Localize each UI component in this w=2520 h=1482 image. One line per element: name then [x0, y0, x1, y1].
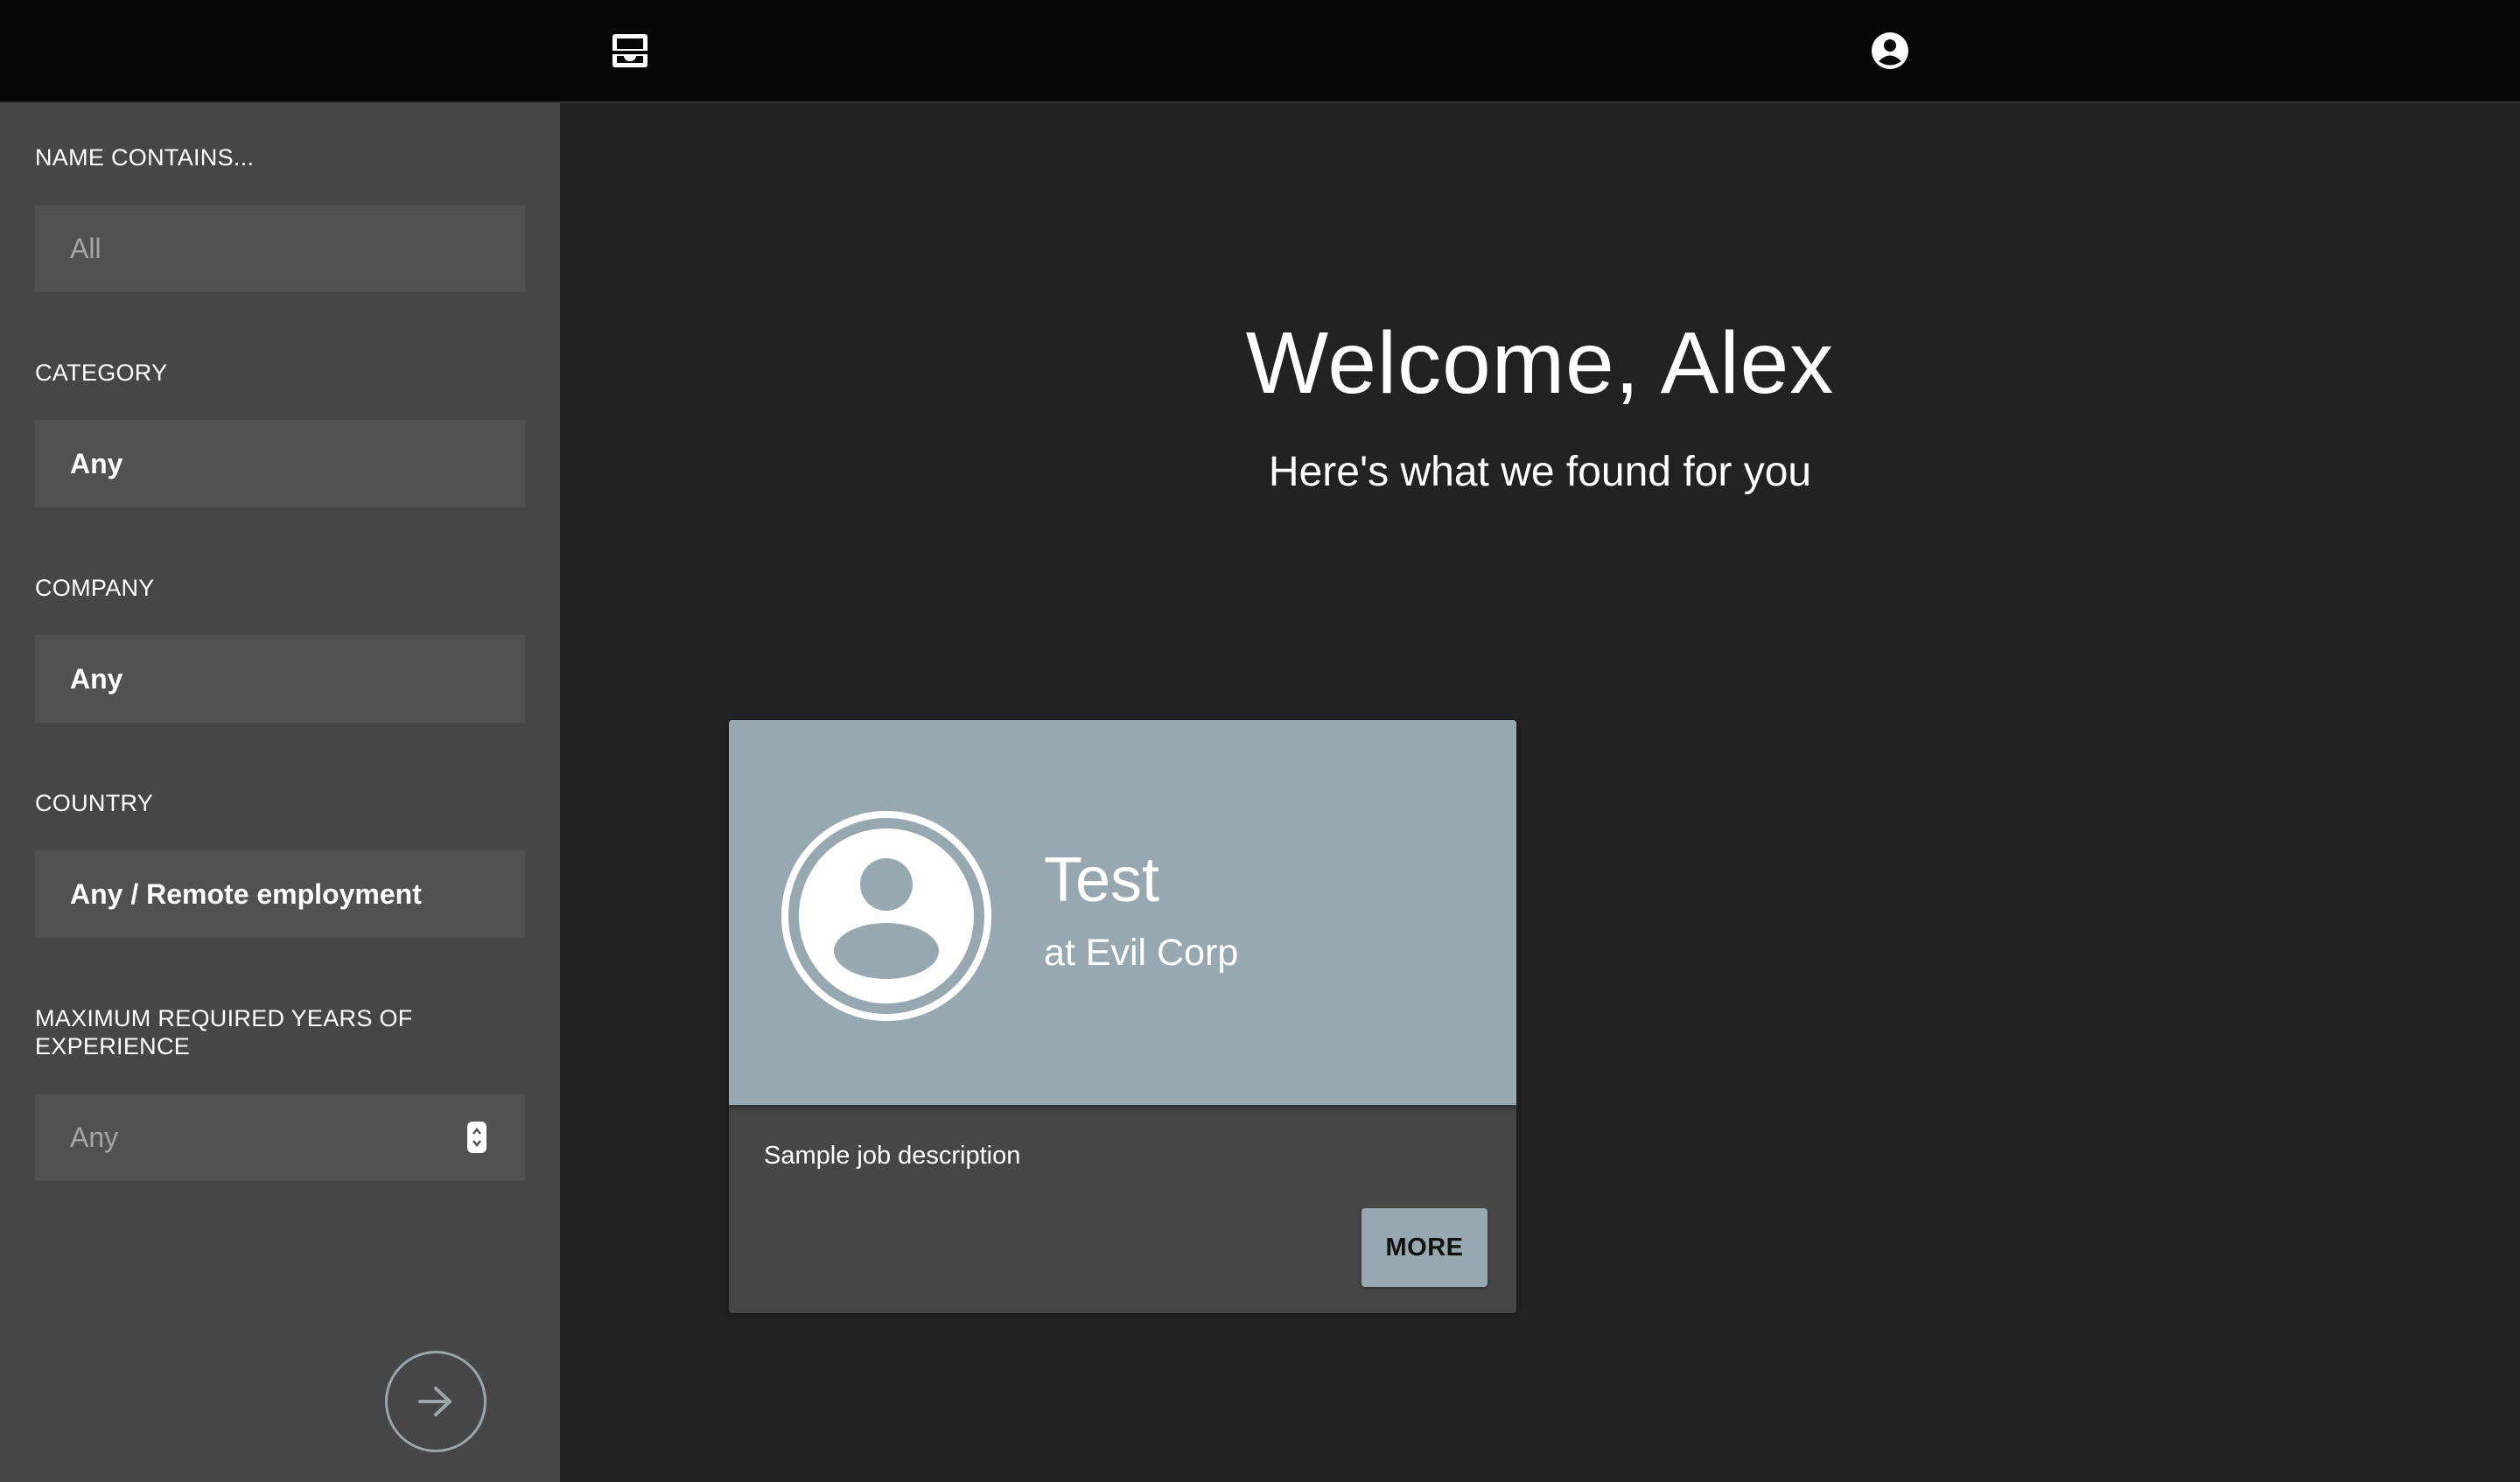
name-filter-input[interactable] [70, 232, 438, 265]
job-card-header: Test at Evil Corp [729, 720, 1516, 1105]
country-select[interactable]: Any / Remote employment [35, 850, 525, 938]
category-select-value: Any [70, 447, 123, 479]
account-circle-icon[interactable] [1871, 31, 1909, 70]
number-stepper-icon[interactable] [467, 1122, 486, 1153]
country-filter-label: COUNTRY [35, 790, 154, 816]
category-select[interactable]: Any [35, 420, 525, 507]
name-filter-label: NAME CONTAINS... [35, 144, 255, 171]
account-circle-icon [781, 811, 991, 1021]
job-description: Sample job description [764, 1142, 1021, 1170]
job-card: Test at Evil Corp Sample job description… [729, 720, 1516, 1313]
category-filter-label: CATEGORY [35, 360, 168, 386]
company-select[interactable]: Any [35, 635, 525, 723]
inbox-icon[interactable] [611, 31, 649, 70]
results-subheading: Here's what we found for you [1268, 449, 1812, 495]
welcome-heading: Welcome, Alex [1245, 314, 1835, 412]
experience-field[interactable] [35, 1094, 525, 1181]
country-select-value: Any / Remote employment [70, 877, 422, 910]
name-filter-field[interactable] [35, 205, 525, 292]
experience-filter-label: MAXIMUM REQUIRED YEARS OF EXPERIENCE [35, 1005, 413, 1059]
company-filter-label: COMPANY [35, 575, 155, 601]
company-select-value: Any [70, 662, 123, 695]
apply-filters-button[interactable] [385, 1351, 486, 1452]
job-title: Test [1044, 845, 1160, 915]
more-button[interactable]: MORE [1362, 1208, 1488, 1287]
experience-input[interactable] [70, 1121, 438, 1154]
top-app-bar [0, 0, 2520, 103]
arrow-right-icon [418, 1387, 452, 1416]
filter-sidebar: NAME CONTAINS... CATEGORY Any COMPANY An… [0, 103, 560, 1482]
job-company: at Evil Corp [1044, 932, 1239, 974]
